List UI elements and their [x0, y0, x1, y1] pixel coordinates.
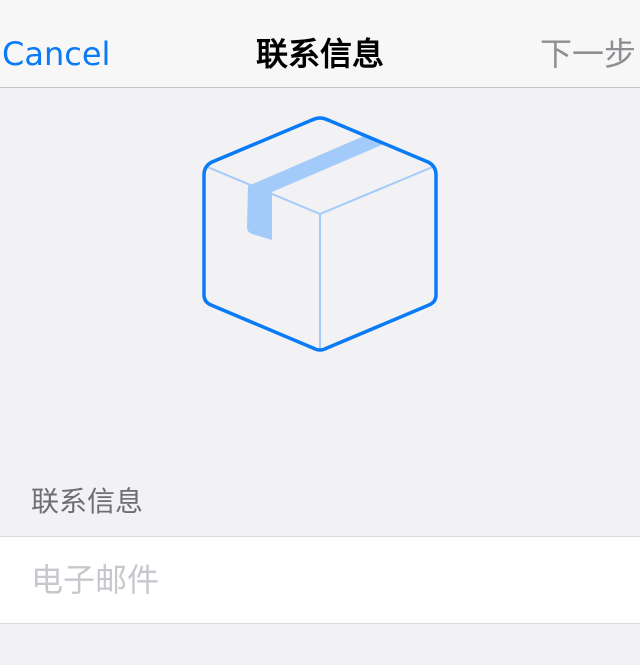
package-box-icon	[200, 112, 440, 356]
next-button[interactable]: 下一步	[540, 34, 636, 74]
navigation-bar: Cancel 联系信息 下一步	[0, 0, 640, 88]
email-field[interactable]	[31, 557, 611, 603]
contact-form-group	[0, 536, 640, 624]
contact-section-header: 联系信息	[31, 485, 144, 518]
